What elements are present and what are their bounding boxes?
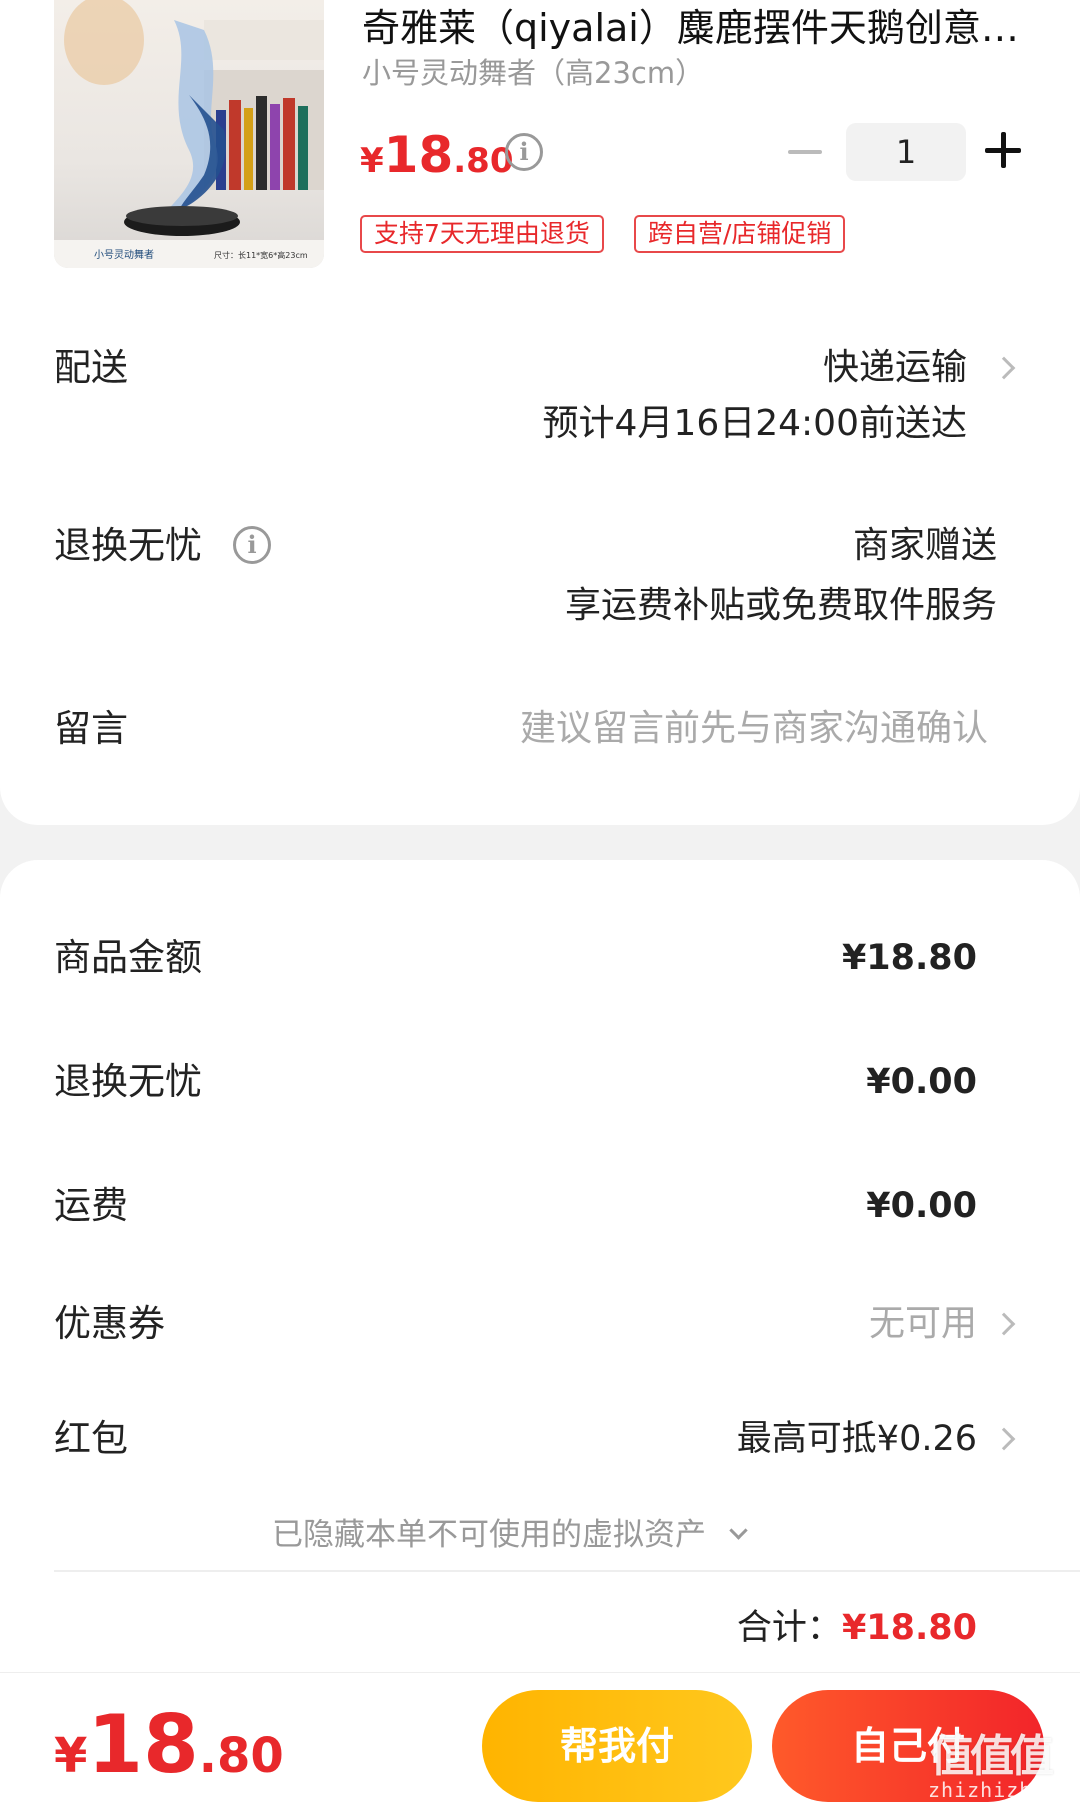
coupon-value[interactable]: 无可用 — [869, 1300, 977, 1348]
price-info-icon[interactable]: i — [505, 133, 543, 171]
delivery-method[interactable]: 快递运输 — [823, 344, 967, 392]
order-total: 合计：¥18.80 — [737, 1604, 977, 1658]
delivery-eta: 预计4月16日24:00前送达 — [542, 403, 967, 444]
price-currency: ¥ — [360, 141, 384, 181]
quantity-increase-button[interactable] — [985, 132, 1021, 168]
return-service-label: 退换无忧 — [54, 524, 202, 567]
total-label: 合计： — [736, 1608, 842, 1648]
price-summary-card — [0, 860, 1080, 1680]
tag-promotion: 跨自营/店铺促销 — [634, 215, 846, 253]
checkout-price-integer: 18 — [87, 1698, 199, 1791]
watermark-logo: 值值值 — [930, 1731, 1054, 1782]
product-title[interactable]: 奇雅莱（qiyalai）麋鹿摆件天鹅创意… — [362, 4, 1030, 52]
checkout-price: ¥18.80 — [54, 1700, 284, 1806]
image-caption-left: 小号灵动舞者 — [94, 249, 154, 261]
goods-amount-value: ¥18.80 — [841, 938, 977, 978]
message-input[interactable]: 建议留言前先与商家沟通确认 — [520, 705, 988, 753]
tag-seven-day-return: 支持7天无理由退货 — [360, 215, 604, 253]
image-caption-right: 尺寸：长11*宽6*高23cm — [214, 250, 308, 260]
order-item-card: 小号灵动舞者 尺寸：长11*宽6*高23cm 奇雅莱（qiyalai）麋鹿摆件天… — [0, 0, 1080, 825]
message-label: 留言 — [54, 707, 128, 750]
summary-divider — [54, 1570, 1080, 1572]
product-image[interactable]: 小号灵动舞者 尺寸：长11*宽6*高23cm — [54, 0, 324, 268]
quantity-decrease-button[interactable] — [788, 150, 822, 154]
delivery-label: 配送 — [54, 346, 128, 389]
dancer-figurine-image: 小号灵动舞者 尺寸：长11*宽6*高23cm — [54, 0, 324, 268]
shipping-fee-label: 运费 — [54, 1184, 128, 1227]
return-fee-label: 退换无忧 — [54, 1060, 202, 1103]
product-sku[interactable]: 小号灵动舞者（高23cm） — [362, 54, 704, 92]
shipping-fee-value: ¥0.00 — [866, 1186, 977, 1226]
quantity-input[interactable]: 1 — [846, 123, 966, 181]
price-integer: 18 — [383, 126, 454, 184]
help-me-pay-button[interactable]: 帮我付 — [482, 1690, 752, 1802]
return-fee-value: ¥0.00 — [866, 1062, 977, 1102]
coupon-label: 优惠券 — [54, 1302, 165, 1345]
hidden-assets-toggle[interactable]: 已隐藏本单不可使用的虚拟资产 — [272, 1513, 748, 1557]
return-info-icon[interactable]: i — [233, 526, 271, 564]
checkout-price-decimal: .80 — [198, 1728, 284, 1784]
goods-amount-label: 商品金额 — [54, 936, 202, 979]
return-service-detail: 享运费补贴或免费取件服务 — [564, 585, 997, 626]
hidden-assets-text: 已隐藏本单不可使用的虚拟资产 — [272, 1517, 706, 1553]
product-price: ¥18.80 — [360, 125, 514, 197]
chevron-down-icon — [729, 1521, 748, 1540]
watermark-url: zhizhizhi.com — [928, 1778, 1080, 1802]
delivery-chevron-icon[interactable] — [992, 356, 1016, 380]
total-value: ¥18.80 — [841, 1608, 977, 1648]
red-packet-label: 红包 — [54, 1417, 128, 1460]
checkout-price-currency: ¥ — [54, 1728, 88, 1784]
return-service-value: 商家赠送 — [852, 525, 997, 566]
red-packet-value[interactable]: 最高可抵¥0.26 — [737, 1415, 977, 1463]
